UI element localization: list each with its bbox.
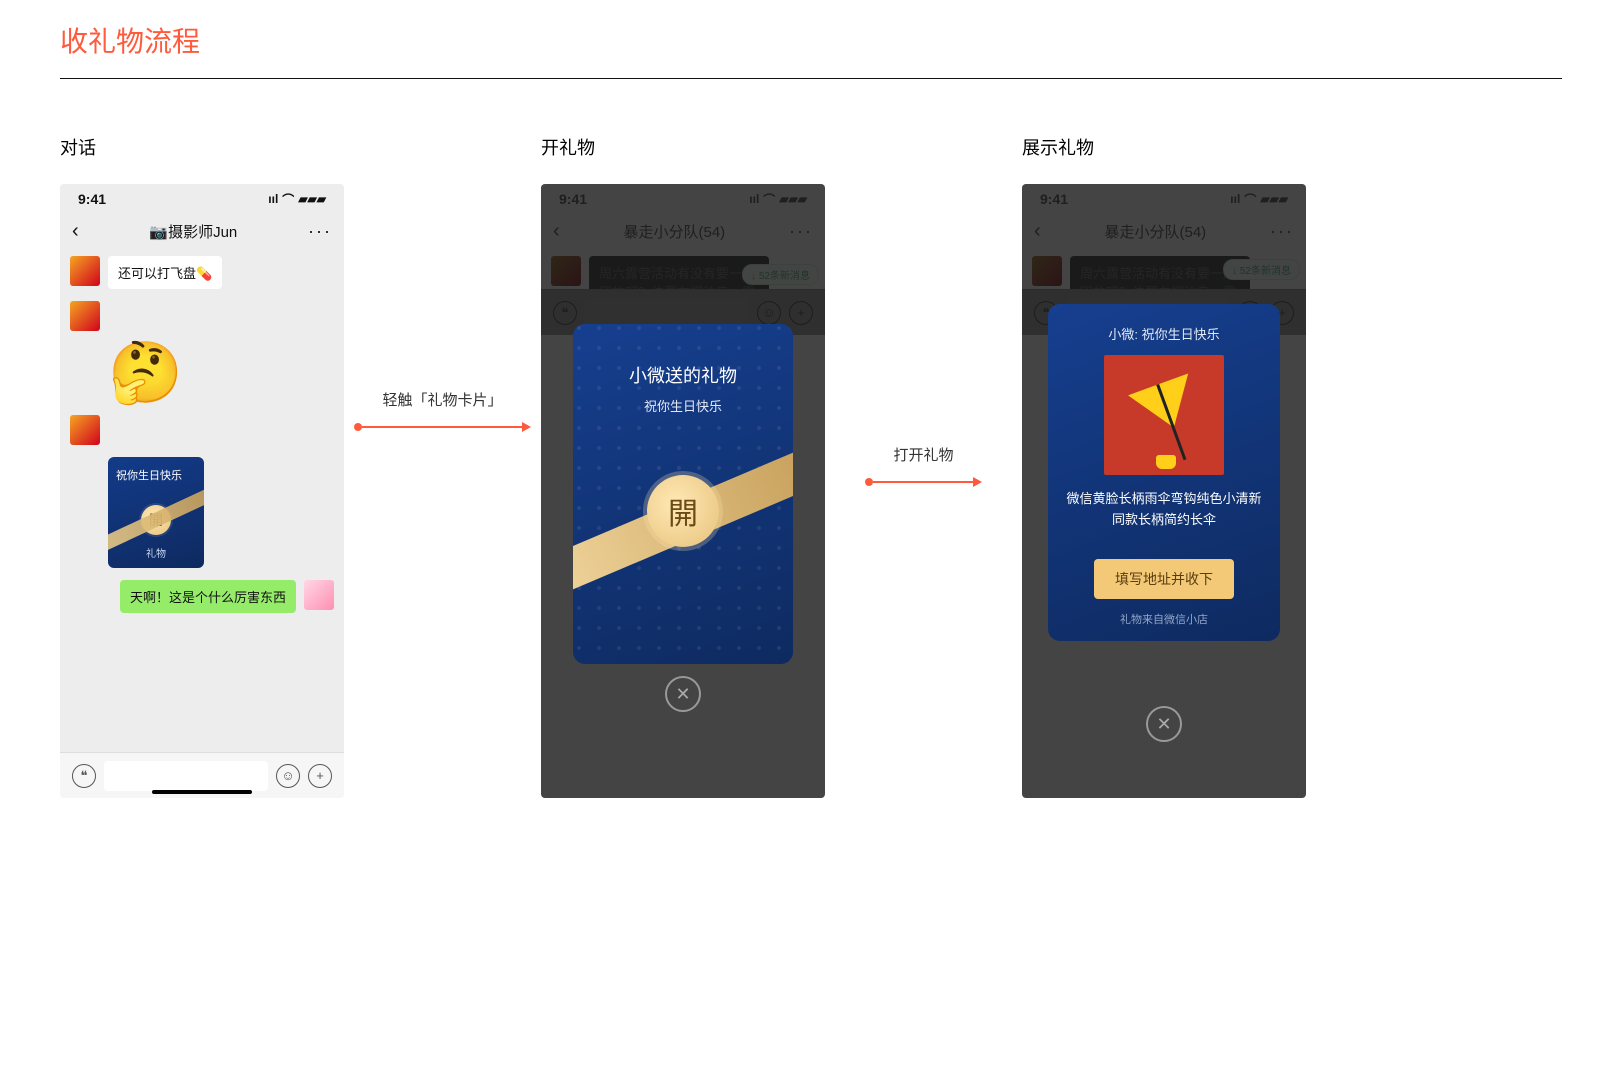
sticker-emoji[interactable]: 🤔 (108, 343, 334, 403)
avatar[interactable] (70, 301, 100, 331)
message-bubble[interactable]: 还可以打飞盘💊 (108, 256, 222, 289)
statusbar: 9:41 ııl ⌒ ▰▰▰ (60, 184, 344, 214)
gift-from: 小微: 祝你生日快乐 (1066, 324, 1262, 343)
message-bubble[interactable]: 天啊！这是个什么厉害东西 (120, 580, 296, 613)
open-gift-button[interactable]: 開 (647, 475, 719, 547)
stage-chat: 对话 9:41 ııl ⌒ ▰▰▰ ‹ 📷摄影师Jun ··· 还可以打飞盘💊 (60, 134, 344, 798)
arrow-label: 打开礼物 (893, 444, 953, 465)
emoji-icon[interactable]: ☺ (276, 764, 300, 788)
navbar: ‹ 📷摄影师Jun ··· (60, 214, 344, 248)
avatar[interactable] (304, 580, 334, 610)
stage-open: 开礼物 9:41 ııl ⌒ ▰▰▰ ‹ 暴走小分队(54) ··· (541, 134, 825, 798)
chat-body: 还可以打飞盘💊 🤔 祝你生日快乐 開 礼物 天啊！这是个什么厉害东西 (60, 248, 344, 621)
gift-source: 礼物来自微信小店 (1066, 611, 1262, 627)
modal-title: 小微送的礼物 (629, 362, 737, 388)
avatar[interactable] (70, 415, 100, 445)
home-indicator (152, 790, 252, 794)
arrow-icon (354, 422, 531, 432)
status-icons: ııl ⌒ ▰▰▰ (268, 191, 326, 208)
message-row (70, 415, 334, 445)
phone-chat: 9:41 ııl ⌒ ▰▰▰ ‹ 📷摄影师Jun ··· 还可以打飞盘💊 (60, 184, 344, 798)
message-row: 还可以打飞盘💊 (70, 256, 334, 289)
gift-open-modal: 小微送的礼物 祝你生日快乐 開 (573, 324, 793, 664)
arrow-icon (865, 477, 982, 487)
phone-show: 9:41 ııl ⌒ ▰▰▰ ‹ 暴走小分队(54) ··· 周六露营活动有没有 (1022, 184, 1306, 798)
avatar[interactable] (70, 256, 100, 286)
gift-card[interactable]: 祝你生日快乐 開 礼物 (108, 457, 204, 568)
gift-open-button[interactable]: 開 (141, 505, 171, 535)
status-time: 9:41 (78, 191, 106, 207)
gift-card-sublabel: 礼物 (116, 545, 196, 560)
message-row (70, 301, 334, 331)
signal-icon: ııl (268, 192, 278, 206)
flow-row: 对话 9:41 ııl ⌒ ▰▰▰ ‹ 📷摄影师Jun ··· 还可以打飞盘💊 (60, 134, 1562, 798)
more-icon[interactable]: ··· (308, 222, 332, 240)
arrow-label: 轻触「礼物卡片」 (382, 389, 502, 410)
stage-show: 展示礼物 9:41 ııl ⌒ ▰▰▰ ‹ 暴走小分队(54) ··· (1022, 134, 1306, 798)
wifi-icon: ⌒ (282, 191, 294, 208)
stage-label-chat: 对话 (60, 134, 344, 160)
flow-arrow-2: 打开礼物 (865, 134, 982, 487)
message-row: 天啊！这是个什么厉害东西 (70, 580, 334, 613)
stage-label-open: 开礼物 (541, 134, 825, 160)
battery-icon: ▰▰▰ (298, 192, 326, 206)
product-image[interactable] (1104, 355, 1224, 475)
divider (60, 78, 1562, 79)
stage-label-show: 展示礼物 (1022, 134, 1306, 160)
close-icon[interactable]: ✕ (665, 676, 701, 712)
umbrella-icon (1128, 373, 1204, 438)
voice-icon[interactable]: ❝ (72, 764, 96, 788)
message-input[interactable] (104, 761, 268, 791)
modal-subtitle: 祝你生日快乐 (644, 396, 722, 415)
phone-open: 9:41 ııl ⌒ ▰▰▰ ‹ 暴走小分队(54) ··· 周六露营活动有没有 (541, 184, 825, 798)
close-icon[interactable]: ✕ (1146, 706, 1182, 742)
gift-detail-modal: 小微: 祝你生日快乐 微信黄脸长柄雨伞弯钩纯色小清新同款长柄简约长伞 填写地址并… (1048, 304, 1280, 641)
accept-button[interactable]: 填写地址并收下 (1094, 559, 1234, 599)
boots-icon (1156, 455, 1176, 469)
page-title: 收礼物流程 (60, 20, 1562, 60)
product-name: 微信黄脸长柄雨伞弯钩纯色小清新同款长柄简约长伞 (1066, 489, 1262, 531)
plus-icon[interactable]: + (308, 764, 332, 788)
flow-arrow-1: 轻触「礼物卡片」 (354, 134, 531, 432)
gift-card-greeting: 祝你生日快乐 (116, 467, 196, 483)
back-icon[interactable]: ‹ (72, 221, 79, 241)
chat-title: 📷摄影师Jun (149, 221, 237, 242)
